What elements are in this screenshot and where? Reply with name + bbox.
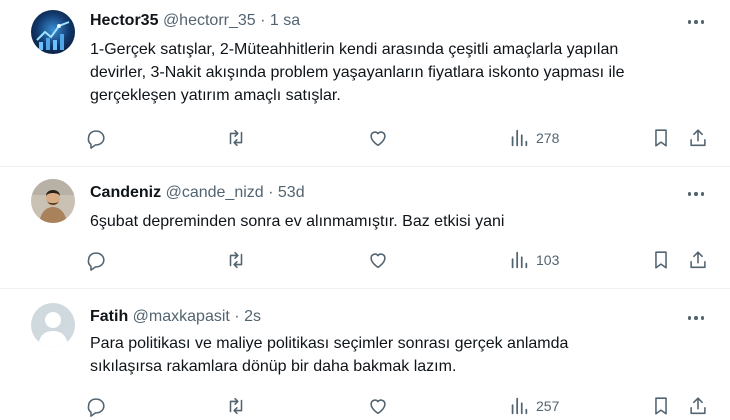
heart-icon [370,131,386,147]
reply-icon [87,130,105,149]
tweet-header: Fatih @maxkapasit · 2s [90,307,261,327]
tweet-actions: 257 [0,394,730,418]
heart-icon [370,399,386,415]
views-button[interactable]: 278 [508,126,559,150]
more-icon[interactable] [684,12,708,32]
user-handle[interactable]: @maxkapasit [133,308,230,325]
bookmark-button[interactable] [650,248,672,272]
timestamp[interactable]: 1 sa [270,12,300,29]
tweet-text-line: Para politikası ve maliye politikası seç… [90,335,569,352]
separator: · [260,12,266,29]
user-handle[interactable]: @hectorr_35 [163,12,256,29]
share-button[interactable] [687,126,709,150]
tweet-actions: 278 [0,126,730,150]
share-button[interactable] [687,394,709,418]
retweet-icon [229,129,243,147]
reply-button[interactable] [85,248,107,272]
retweet-icon [229,397,243,415]
tweet-text-line: 1-Gerçek satışlar, 2-Müteahhitlerin kend… [90,41,619,58]
views-button[interactable]: 103 [508,248,559,272]
like-button[interactable] [367,248,389,272]
avatar[interactable] [31,179,75,223]
reply-button[interactable] [85,394,107,418]
view-count: 257 [536,398,560,414]
avatar[interactable] [31,303,75,347]
tweet-text-line: sıkılaşırsa rakamlara dönüp bir daha bak… [90,358,457,375]
retweet-icon [229,251,243,269]
tweet-3[interactable]: Fatih @maxkapasit · 2s Para politikası v… [0,289,730,420]
view-count: 103 [536,252,560,268]
display-name[interactable]: Hector35 [90,12,158,29]
bookmark-icon [655,397,667,415]
tweet-text: 6şubat depreminden sonra ev alınmamıştır… [90,210,710,233]
reply-button[interactable] [85,126,107,150]
retweet-button[interactable] [225,394,247,418]
tweet-header: Hector35 @hectorr_35 · 1 sa [90,11,300,31]
bookmark-button[interactable] [650,394,672,418]
views-icon [511,397,528,415]
share-icon [690,129,706,147]
tweet-header: Candeniz @cande_nizd · 53d [90,183,305,203]
retweet-button[interactable] [225,248,247,272]
reply-icon [87,398,105,417]
bookmark-button[interactable] [650,126,672,150]
tweet-text: Para politikası ve maliye politikası seç… [90,332,710,378]
tweet-text-line: gerçekleşen yatırım amaçlı satışlar. [90,87,341,104]
more-icon[interactable] [684,308,708,328]
views-icon [511,129,528,147]
retweet-button[interactable] [225,126,247,150]
heart-icon [370,253,386,269]
share-icon [690,251,706,269]
view-count: 278 [536,130,560,146]
tweet-text: 1-Gerçek satışlar, 2-Müteahhitlerin kend… [90,38,710,107]
more-icon[interactable] [684,184,708,204]
like-button[interactable] [367,394,389,418]
tweet-feed: Hector35 @hectorr_35 · 1 sa 1-Gerçek sat… [0,0,730,420]
bookmark-icon [655,251,667,269]
share-icon [690,397,706,415]
timestamp[interactable]: 53d [278,184,305,201]
bookmark-icon [655,129,667,147]
tweet-text-line: 6şubat depreminden sonra ev alınmamıştır… [90,213,505,230]
tweet-1[interactable]: Hector35 @hectorr_35 · 1 sa 1-Gerçek sat… [0,0,730,167]
tweet-actions: 103 [0,248,730,272]
user-handle[interactable]: @cande_nizd [166,184,264,201]
display-name[interactable]: Candeniz [90,184,161,201]
separator: · [234,308,240,325]
avatar[interactable] [31,10,75,54]
like-button[interactable] [367,126,389,150]
display-name[interactable]: Fatih [90,308,128,325]
tweet-text-line: devirler, 3-Nakit akışında problem yaşay… [90,64,625,81]
views-icon [511,251,528,269]
tweet-2[interactable]: Candeniz @cande_nizd · 53d 6şubat deprem… [0,167,730,289]
reply-icon [87,252,105,271]
separator: · [268,184,274,201]
share-button[interactable] [687,248,709,272]
views-button[interactable]: 257 [508,394,559,418]
timestamp[interactable]: 2s [244,308,261,325]
